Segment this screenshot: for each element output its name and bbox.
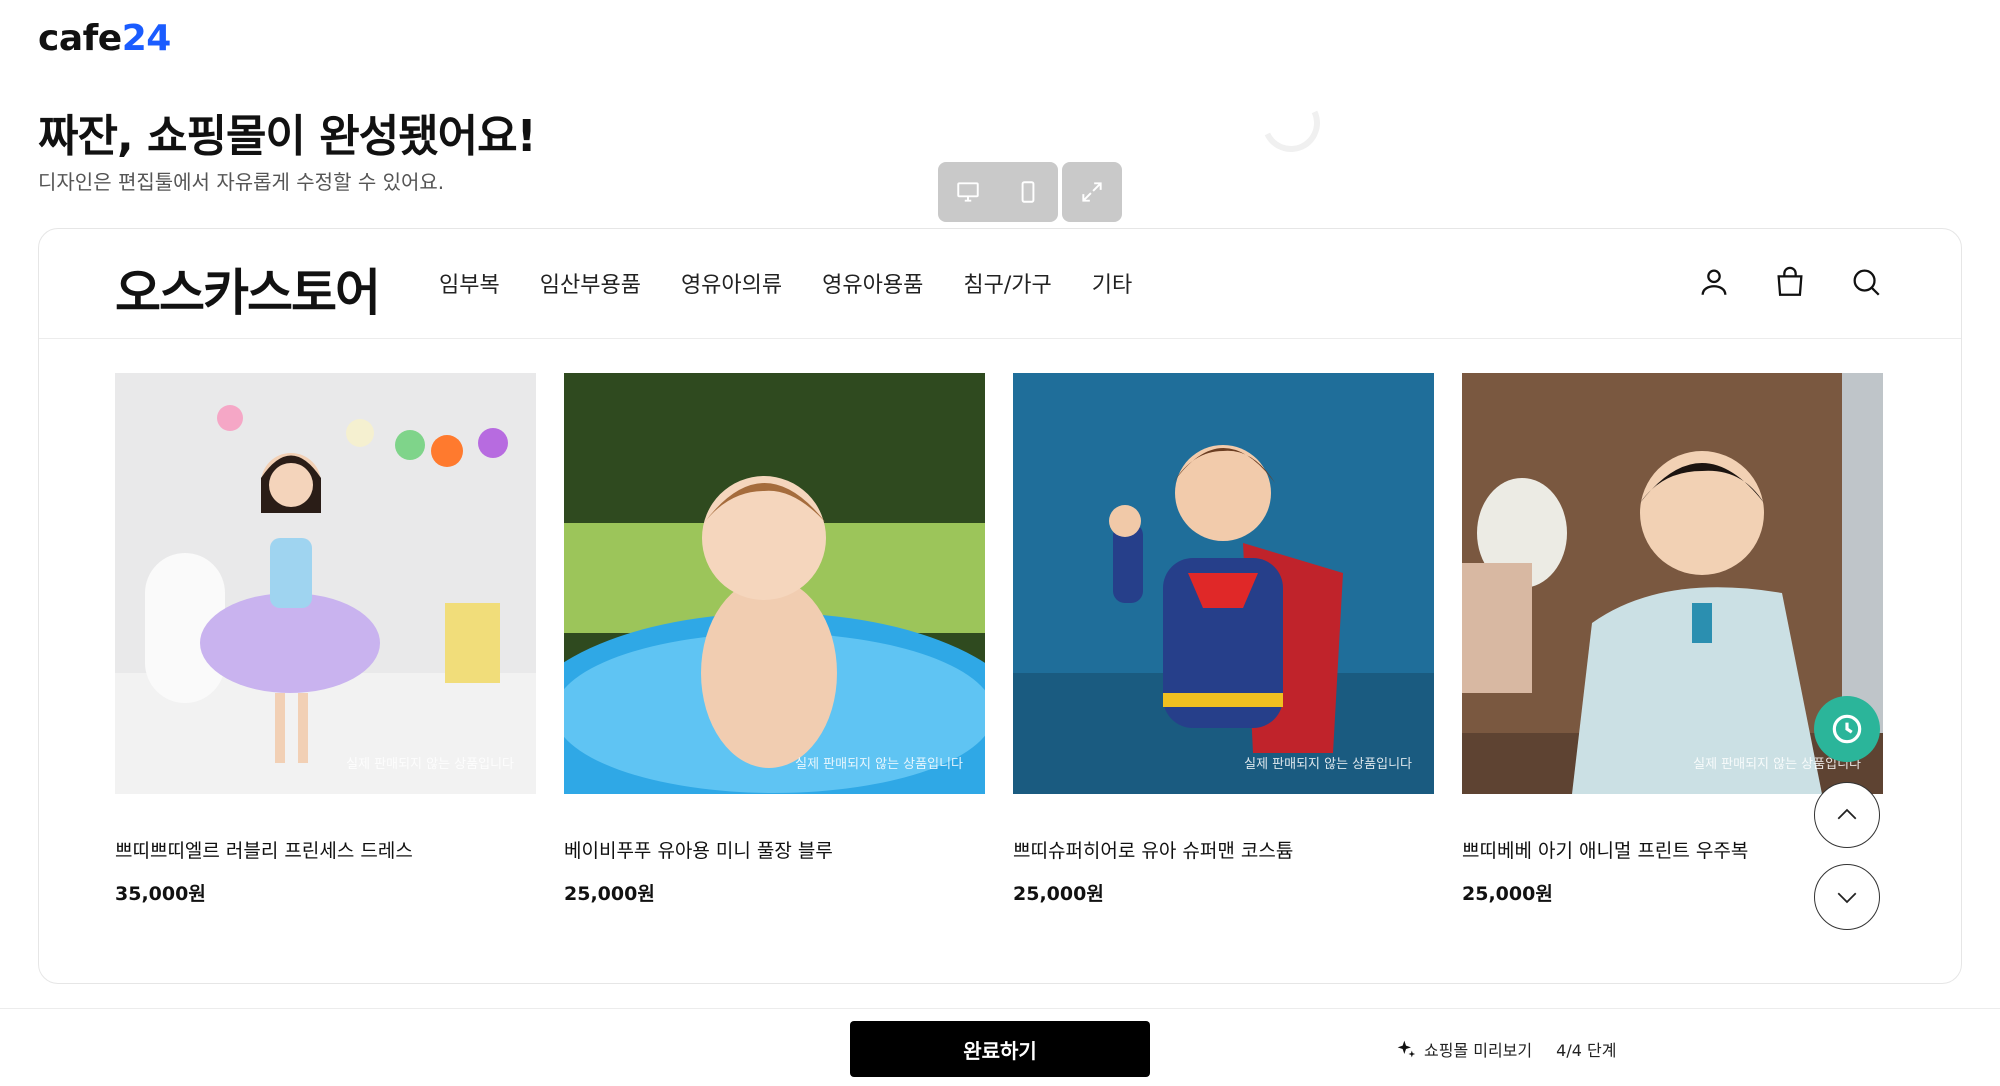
product-notice: 실제 판매되지 않는 상품입니다 xyxy=(1244,757,1412,772)
store-preview: 오스카스토어 임부복 임산부용품 영유아의류 영유아용품 침구/가구 기타 실제… xyxy=(38,228,1962,984)
smartphone-icon xyxy=(1021,181,1035,203)
product-image[interactable]: 실제 판매되지 않는 상품입니다 xyxy=(1013,373,1434,794)
recent-history-button[interactable] xyxy=(1814,696,1880,762)
product-photo-superhero xyxy=(1013,373,1434,794)
view-toggle xyxy=(938,162,1122,222)
product-card[interactable]: 실제 판매되지 않는 상품입니다 쁘띠슈퍼히어로 유아 슈퍼맨 코스튬 25,0… xyxy=(1013,373,1434,906)
scroll-top-button[interactable] xyxy=(1814,782,1880,848)
sparkle-icon xyxy=(1397,1040,1416,1058)
product-photo-pool xyxy=(564,373,985,794)
store-header-icons xyxy=(1697,265,1883,299)
product-notice: 실제 판매되지 않는 상품입니다 xyxy=(795,757,963,772)
page-title: 짜잔, 쇼핑몰이 완성됐어요! xyxy=(38,111,537,162)
product-name[interactable]: 쁘띠슈퍼히어로 유아 슈퍼맨 코스튬 xyxy=(1013,836,1434,863)
scroll-bottom-button[interactable] xyxy=(1814,864,1880,930)
device-toggle-group xyxy=(938,162,1058,222)
store-nav: 임부복 임산부용품 영유아의류 영유아용품 침구/가구 기타 xyxy=(439,267,1132,299)
cafe24-logo[interactable]: cafe24 xyxy=(38,18,171,59)
page-subtitle: 디자인은 편집툴에서 자유롭게 수정할 수 있어요. xyxy=(38,170,445,194)
chevron-up-icon xyxy=(1837,808,1857,820)
logo-text: cafe xyxy=(38,18,122,59)
clock-icon xyxy=(1832,714,1862,744)
loading-spinner-icon xyxy=(1253,85,1329,161)
expand-icon xyxy=(1082,182,1102,202)
logo-accent: 24 xyxy=(121,18,172,59)
nav-item-baby-goods[interactable]: 영유아용품 xyxy=(822,267,923,299)
desktop-view-button[interactable] xyxy=(938,162,998,222)
nav-item-etc[interactable]: 기타 xyxy=(1092,267,1132,299)
product-name[interactable]: 쁘띠베베 아기 애니멀 프린트 우주복 xyxy=(1462,836,1883,863)
product-notice: 실제 판매되지 않는 상품입니다 xyxy=(346,757,514,772)
chevron-down-icon xyxy=(1837,892,1857,904)
store-logo[interactable]: 오스카스토어 xyxy=(115,253,381,325)
mobile-view-button[interactable] xyxy=(998,162,1058,222)
product-image[interactable]: 실제 판매되지 않는 상품입니다 xyxy=(564,373,985,794)
complete-button[interactable]: 완료하기 xyxy=(850,1021,1150,1077)
step-indicator: 쇼핑몰 미리보기 4/4 단계 xyxy=(1396,1037,1616,1061)
monitor-icon xyxy=(957,182,979,202)
nav-item-bedding-furniture[interactable]: 침구/가구 xyxy=(963,267,1051,299)
search-icon[interactable] xyxy=(1849,265,1883,299)
product-photo-princess xyxy=(115,373,536,794)
product-price: 35,000원 xyxy=(115,883,206,905)
product-name[interactable]: 베이비푸푸 유아용 미니 풀장 블루 xyxy=(564,836,985,863)
step-progress: 4/4 단계 xyxy=(1556,1041,1617,1060)
product-card[interactable]: 실제 판매되지 않는 상품입니다 쁘띠쁘띠엘르 러블리 프린세스 드레스 35,… xyxy=(115,373,536,906)
nav-item-baby-clothing[interactable]: 영유아의류 xyxy=(681,267,782,299)
user-icon[interactable] xyxy=(1697,265,1731,299)
expand-view-button[interactable] xyxy=(1062,162,1122,222)
product-name[interactable]: 쁘띠쁘띠엘르 러블리 프린세스 드레스 xyxy=(115,836,536,863)
nav-item-maternity-wear[interactable]: 임부복 xyxy=(439,267,500,299)
nav-item-maternity-goods[interactable]: 임산부용품 xyxy=(540,267,641,299)
product-list: 실제 판매되지 않는 상품입니다 쁘띠쁘띠엘르 러블리 프린세스 드레스 35,… xyxy=(115,373,1883,906)
product-price: 25,000원 xyxy=(564,883,655,905)
store-header: 오스카스토어 임부복 임산부용품 영유아의류 영유아용품 침구/가구 기타 xyxy=(39,229,1961,339)
product-card[interactable]: 실제 판매되지 않는 상품입니다 베이비푸푸 유아용 미니 풀장 블루 25,0… xyxy=(564,373,985,906)
product-image[interactable]: 실제 판매되지 않는 상품입니다 xyxy=(115,373,536,794)
step-label: 쇼핑몰 미리보기 xyxy=(1424,1041,1533,1060)
shopping-bag-icon[interactable] xyxy=(1773,265,1807,299)
product-price: 25,000원 xyxy=(1013,883,1104,905)
footer-bar: 완료하기 쇼핑몰 미리보기 4/4 단계 xyxy=(0,1008,2000,1086)
